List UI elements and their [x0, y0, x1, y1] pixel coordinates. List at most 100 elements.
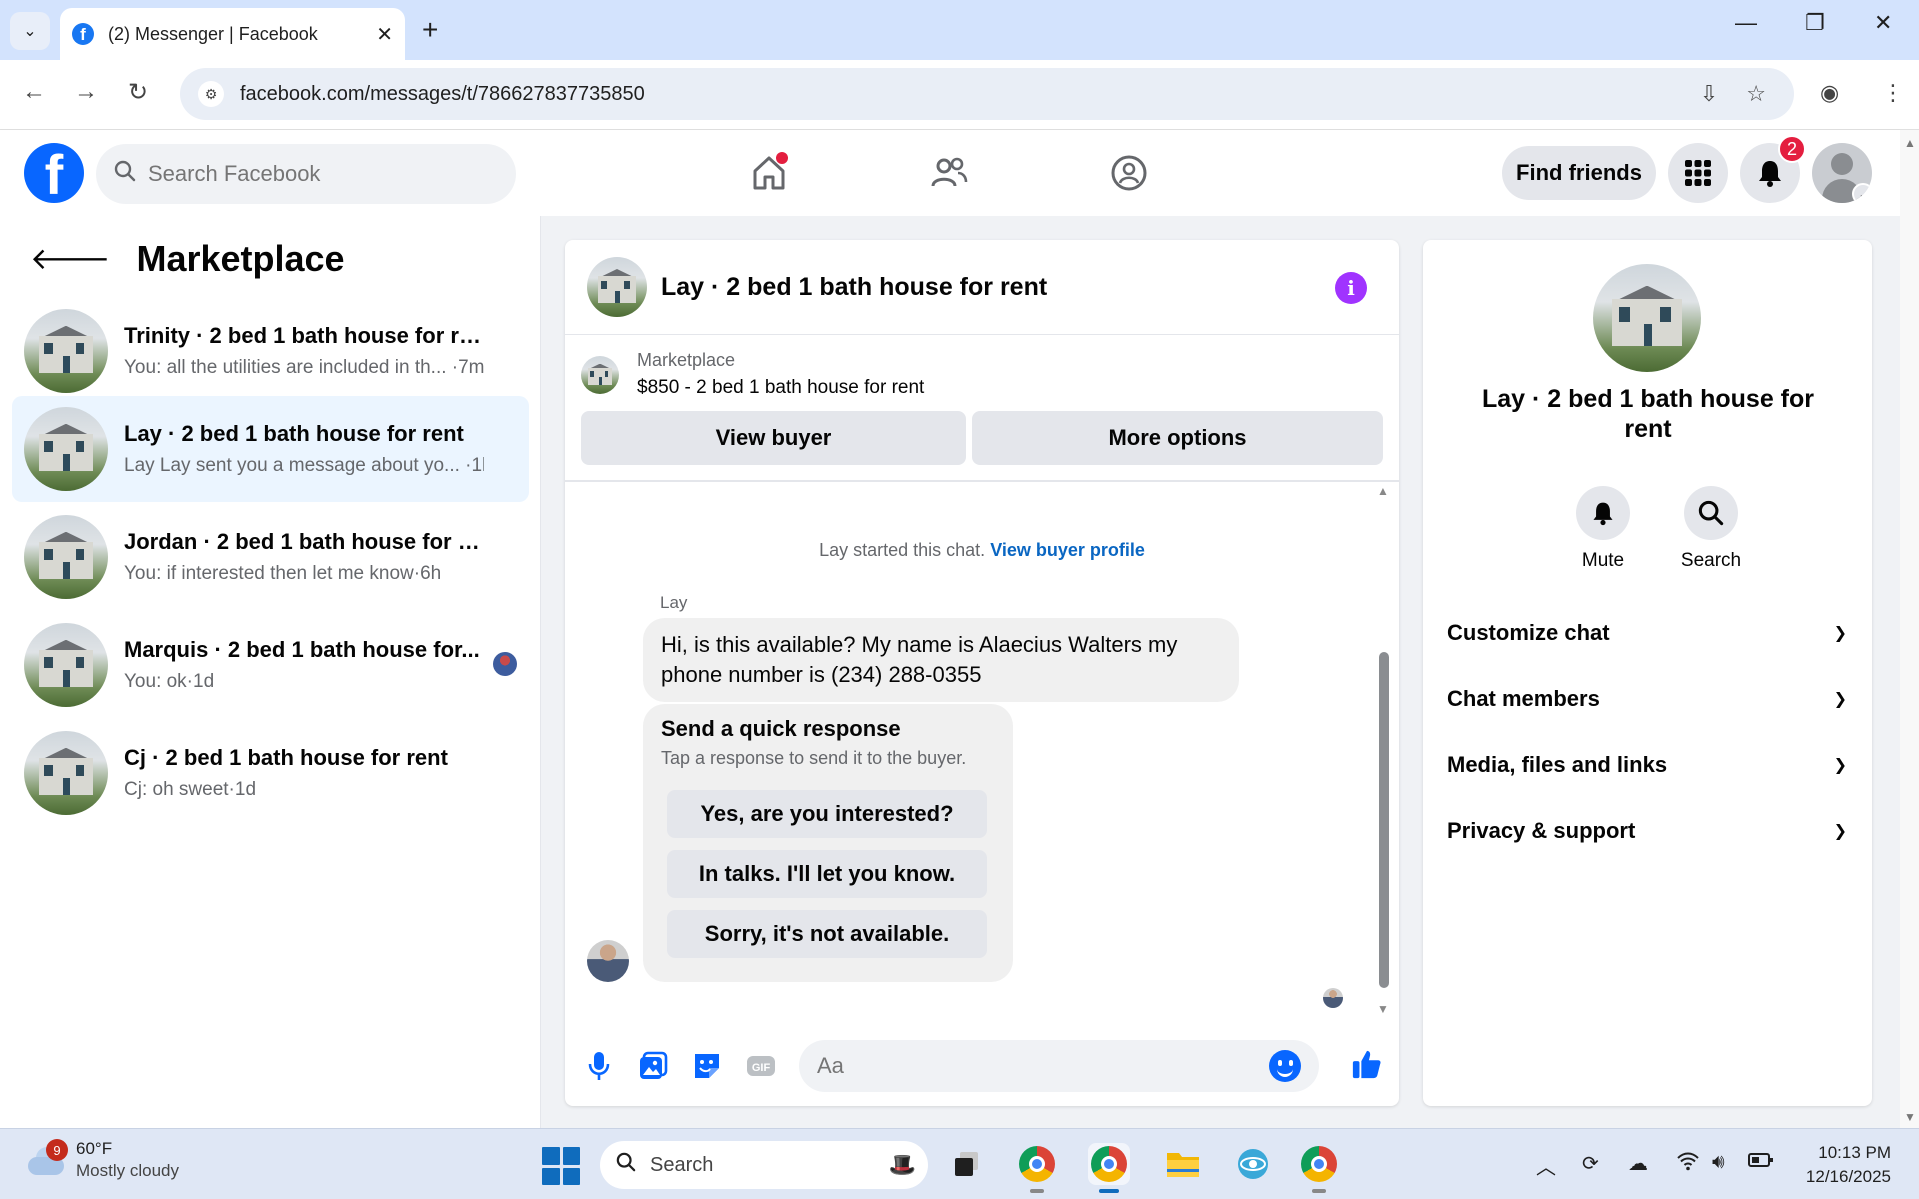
search-highlight-icon: 🎩 — [888, 1152, 916, 1177]
facebook-search-box[interactable] — [96, 144, 516, 204]
page-scrollbar[interactable]: ▲ ▼ — [1900, 130, 1919, 1128]
quick-reply-in-talks-button[interactable]: In talks. I'll let you know. — [667, 850, 987, 898]
quick-reply-yes-button[interactable]: Yes, are you interested? — [667, 790, 987, 838]
bookmark-star-icon[interactable]: ☆ — [1746, 81, 1766, 107]
buyer-avatar[interactable] — [587, 940, 629, 982]
conversation-item-trinity[interactable]: Trinity · 2 bed 1 bath house for rent Yo… — [12, 298, 529, 404]
notifications-button[interactable]: 2 — [1740, 135, 1806, 203]
sidebar-title: Marketplace — [136, 238, 345, 279]
taskbar-clock[interactable]: 10:13 PM 12/16/2025 — [1806, 1141, 1891, 1189]
message-input[interactable] — [817, 1053, 1257, 1079]
cloud-off-icon[interactable]: ☁ — [1628, 1151, 1648, 1176]
conversation-name: Jordan · 2 bed 1 bath house for rent — [124, 529, 484, 554]
search-icon — [616, 1152, 636, 1178]
privacy-support-section[interactable]: Privacy & support ❯ — [1447, 818, 1847, 844]
emoji-icon[interactable] — [1269, 1050, 1301, 1082]
friends-icon — [931, 157, 968, 187]
mute-button[interactable] — [1576, 486, 1630, 540]
find-friends-button[interactable]: Find friends — [1502, 146, 1656, 200]
scroll-up-arrow-icon[interactable]: ▲ — [1904, 136, 1916, 150]
chevron-down-icon: ❯ — [1833, 691, 1847, 708]
seen-by-avatar — [1323, 988, 1343, 1008]
forward-arrow-icon[interactable]: → — [74, 78, 98, 106]
site-info-icon[interactable]: ⚙ — [198, 81, 224, 107]
conversation-item-jordan[interactable]: Jordan · 2 bed 1 bath house for rent You… — [12, 504, 529, 610]
taskbar-chrome-profile-2[interactable] — [1088, 1143, 1130, 1193]
nav-groups-tab[interactable] — [1104, 150, 1154, 196]
profile-icon[interactable]: ◉ — [1820, 80, 1839, 106]
chat-title[interactable]: Lay · 2 bed 1 bath house for rent — [661, 273, 1047, 302]
restore-window-button[interactable]: ❐ — [1805, 10, 1825, 36]
messages-scrollbar[interactable]: ▲ ▼ — [1377, 480, 1391, 1016]
conversation-item-marquis[interactable]: Marquis · 2 bed 1 bath house for... You:… — [12, 612, 529, 718]
chat-listing-avatar[interactable] — [587, 257, 647, 317]
scroll-down-arrow-icon[interactable]: ▼ — [1904, 1110, 1916, 1124]
close-window-button[interactable]: ✕ — [1874, 10, 1892, 36]
message-input-box[interactable] — [799, 1040, 1319, 1092]
facebook-logo-icon[interactable]: f — [24, 143, 84, 203]
wifi-icon[interactable] — [1676, 1151, 1700, 1177]
tab-close-icon[interactable]: ✕ — [376, 22, 393, 47]
taskbar-app-globe[interactable] — [1232, 1143, 1274, 1185]
customize-chat-section[interactable]: Customize chat ❯ — [1447, 620, 1847, 646]
details-listing-avatar[interactable] — [1593, 264, 1701, 372]
view-buyer-button[interactable]: View buyer — [581, 411, 966, 465]
show-hidden-icons-chevron-up-icon[interactable]: ︿ — [1536, 1151, 1556, 1180]
taskbar-chrome-profile-3[interactable] — [1298, 1143, 1340, 1193]
view-buyer-profile-link[interactable]: View buyer profile — [990, 540, 1145, 560]
nav-friends-tab[interactable] — [924, 150, 974, 196]
scrollbar-thumb[interactable] — [1379, 652, 1389, 988]
reload-icon[interactable]: ↻ — [128, 78, 148, 107]
nav-home-tab[interactable] — [744, 150, 794, 196]
details-title: Lay · 2 bed 1 bath house for rent — [1482, 385, 1814, 443]
listing-summary[interactable]: Marketplace $850 - 2 bed 1 bath house fo… — [581, 350, 924, 399]
more-options-button[interactable]: More options — [972, 411, 1383, 465]
sync-icon[interactable]: ⟳ — [1582, 1151, 1599, 1176]
search-action[interactable]: Search — [1671, 486, 1751, 572]
microphone-icon[interactable] — [583, 1050, 615, 1082]
weather-widget[interactable]: 9 60°F Mostly cloudy — [26, 1139, 179, 1181]
media-files-links-section[interactable]: Media, files and links ❯ — [1447, 752, 1847, 778]
scroll-down-arrow-icon[interactable]: ▼ — [1377, 1002, 1389, 1016]
quick-reply-not-available-button[interactable]: Sorry, it's not available. — [667, 910, 987, 958]
chat-members-section[interactable]: Chat members ❯ — [1447, 686, 1847, 712]
conversation-item-cj[interactable]: Cj · 2 bed 1 bath house for rent Cj: oh … — [12, 720, 529, 826]
url-text[interactable]: facebook.com/messages/t/786627837735850 — [240, 83, 1700, 106]
thumbs-up-icon[interactable] — [1351, 1048, 1383, 1080]
search-icon — [114, 160, 136, 188]
new-tab-button[interactable]: + — [422, 14, 438, 46]
info-icon[interactable]: i — [1335, 272, 1367, 304]
search-input[interactable] — [148, 161, 448, 187]
back-arrow-icon[interactable]: 🡐 — [30, 241, 110, 277]
task-view-button[interactable] — [946, 1143, 988, 1185]
header-divider — [565, 480, 1399, 482]
conversation-name: Marquis · 2 bed 1 bath house for... — [124, 637, 480, 662]
windows-start-button[interactable] — [542, 1147, 580, 1185]
conversation-snippet: Lay Lay sent you a message about yo... ·… — [124, 455, 484, 476]
address-bar[interactable]: ⚙ facebook.com/messages/t/78662783773585… — [180, 68, 1794, 120]
install-app-icon[interactable]: ⇩ — [1700, 81, 1718, 107]
taskbar-search-box[interactable]: Search 🎩 — [600, 1141, 928, 1189]
mute-action[interactable]: Mute — [1563, 486, 1643, 572]
account-avatar-button[interactable]: ⌄ — [1812, 143, 1872, 203]
browser-tab-messenger[interactable]: f (2) Messenger | Facebook ✕ — [60, 8, 405, 60]
battery-icon[interactable] — [1748, 1151, 1774, 1175]
sticker-icon[interactable] — [691, 1050, 723, 1082]
gif-icon[interactable]: GIF — [745, 1050, 777, 1082]
chevron-down-icon: ❯ — [1833, 625, 1847, 642]
scroll-up-arrow-icon[interactable]: ▲ — [1377, 484, 1389, 498]
taskbar-file-explorer[interactable] — [1162, 1143, 1204, 1185]
conversation-item-lay[interactable]: Lay · 2 bed 1 bath house for rent Lay La… — [12, 396, 529, 502]
photo-icon[interactable] — [637, 1050, 669, 1082]
windows-taskbar: 9 60°F Mostly cloudy Search 🎩 ︿ ⟳ ☁ 🔊︎ 1… — [0, 1128, 1919, 1199]
taskbar-chrome-profile-1[interactable] — [1016, 1143, 1058, 1193]
minimize-window-button[interactable]: — — [1735, 10, 1757, 36]
back-arrow-icon[interactable]: ← — [22, 78, 46, 106]
quick-response-card: Send a quick response Tap a response to … — [643, 704, 1013, 982]
volume-icon[interactable]: 🔊︎ — [1712, 1151, 1725, 1174]
tab-search-dropdown-button[interactable]: ⌄ — [10, 12, 50, 50]
browser-menu-icon[interactable]: ⋮ — [1882, 80, 1904, 106]
search-in-chat-button[interactable] — [1684, 486, 1738, 540]
menu-grid-button[interactable] — [1668, 143, 1728, 203]
incoming-message-bubble[interactable]: Hi, is this available? My name is Alaeci… — [643, 618, 1239, 702]
